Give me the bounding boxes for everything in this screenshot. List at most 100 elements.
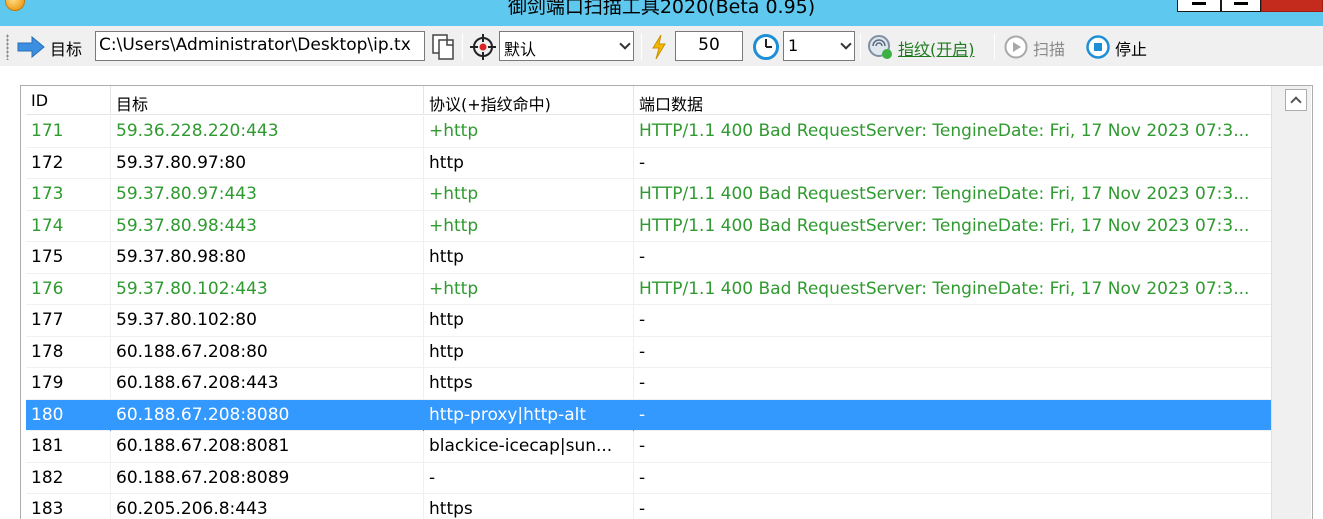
maximize-button[interactable] [1221, 0, 1261, 12]
cell-id: 173 [26, 179, 111, 210]
crosshair-icon [470, 34, 496, 60]
cell-target: 60.188.67.208:80 [111, 336, 424, 368]
cell-target: 59.36.228.220:443 [111, 116, 424, 147]
cell-target: 59.37.80.98:80 [111, 242, 424, 273]
cell-id: 177 [26, 305, 111, 336]
cell-target: 59.37.80.102:443 [111, 273, 424, 305]
table-row[interactable]: 181 60.188.67.208:8081 blackice-icecap|sun… [26, 431, 1271, 463]
cell-port-data: - [639, 310, 646, 330]
cell-port-data: - [639, 152, 646, 173]
chevron-down-icon [840, 38, 852, 50]
cell-id: 176 [26, 273, 111, 305]
timeout-select[interactable]: 1 [783, 31, 855, 61]
column-header-port-data[interactable]: 端口数据 [634, 86, 1271, 115]
toolbar-separator [641, 34, 642, 60]
table-row[interactable]: 174 59.37.80.98:443 +http HTTP/1.1 400 Bad … [26, 210, 1271, 242]
cell-id: 182 [26, 462, 111, 494]
cell-port-data: - [639, 341, 646, 362]
cell-protocol: - [424, 462, 634, 494]
toolbar: 目标 C:\Users\Administrator\Desktop\ip.tx … [0, 26, 1323, 66]
timeout-select-value: 1 [788, 36, 799, 55]
cell-protocol: https [424, 368, 634, 399]
cell-id: 181 [26, 431, 111, 462]
toolbar-grip-icon[interactable] [6, 34, 9, 60]
table-row[interactable]: 178 60.188.67.208:80 http - [26, 336, 1271, 368]
cell-protocol: http [424, 147, 634, 179]
results-table[interactable]: ID 目标 协议(+指纹命中) 端口数据 171 59.36.228.220:44… [20, 85, 1313, 519]
column-header-id[interactable]: ID [26, 86, 111, 115]
cell-id: 175 [26, 242, 111, 273]
stop-icon[interactable] [1085, 34, 1111, 60]
close-button[interactable] [1261, 0, 1323, 12]
cell-target: 60.205.206.8:443 [111, 494, 424, 519]
table-row[interactable]: 182 60.188.67.208:8089- - [26, 462, 1271, 494]
target-label: 目标 [50, 40, 83, 59]
cell-protocol: https [424, 494, 634, 519]
cell-id: 172 [26, 147, 111, 179]
cell-id: 171 [26, 116, 111, 147]
cell-port-data: HTTP/1.1 400 Bad RequestServer: TengineD… [639, 215, 1250, 236]
cell-port-data: - [639, 247, 646, 267]
cell-id: 178 [26, 336, 111, 368]
title-bar: 御剑端口扫描工具2020(Beta 0.95) [0, 0, 1323, 26]
table-row[interactable]: 179 60.188.67.208:443 https - [26, 368, 1271, 400]
cell-port-data: HTTP/1.1 400 Bad RequestServer: TengineD… [639, 121, 1250, 141]
window-title: 御剑端口扫描工具2020(Beta 0.95) [507, 0, 816, 18]
threads-input[interactable]: 50 [675, 31, 743, 61]
minimize-button[interactable] [1177, 0, 1221, 12]
target-path-input[interactable]: C:\Users\Administrator\Desktop\ip.tx [95, 31, 425, 61]
chevron-up-icon [1290, 96, 1302, 108]
cell-target: 59.37.80.97:443 [111, 179, 424, 210]
vertical-scrollbar[interactable] [1271, 86, 1311, 519]
cell-protocol: http [424, 242, 634, 273]
play-icon[interactable] [1003, 34, 1029, 60]
cell-port-data: HTTP/1.1 400 Bad RequestServer: TengineD… [639, 184, 1250, 204]
cell-id: 174 [26, 210, 111, 242]
scroll-up-button[interactable] [1285, 89, 1307, 111]
copy-file-icon[interactable] [430, 33, 456, 61]
cell-target: 59.37.80.102:80 [111, 305, 424, 336]
cell-id: 183 [26, 494, 111, 519]
table-header: ID 目标 协议(+指纹命中) 端口数据 [26, 86, 1271, 115]
scan-button[interactable]: 扫描 [1033, 36, 1065, 60]
cell-port-data: - [639, 499, 646, 519]
fingerprint-toggle-link[interactable]: 指纹(开启) [898, 36, 975, 60]
cell-target: 59.37.80.98:443 [111, 210, 424, 242]
cell-protocol: +http [424, 179, 634, 210]
minimize-icon [1192, 2, 1206, 5]
cell-port-data: - [639, 467, 646, 488]
maximize-icon [1234, 2, 1248, 5]
table-row[interactable]: 177 59.37.80.102:80 http - [26, 305, 1271, 337]
toolbar-separator [462, 34, 463, 60]
toolbar-separator [994, 34, 995, 60]
profile-select[interactable]: 默认 [499, 31, 634, 61]
cell-id: 180 [26, 399, 111, 431]
table-row[interactable]: 183 60.205.206.8:443 https - [26, 494, 1271, 519]
chevron-down-icon [619, 38, 631, 50]
cell-protocol: +http [424, 210, 634, 242]
cell-port-data: - [639, 373, 646, 393]
table-row[interactable]: 176 59.37.80.102:443 +http HTTP/1.1 400 Bad… [26, 273, 1271, 305]
stop-button[interactable]: 停止 [1115, 36, 1147, 60]
table-row[interactable]: 171 59.36.228.220:443 +http HTTP/1.1 400 Ba… [26, 116, 1271, 148]
lightning-icon [652, 34, 666, 60]
cell-protocol: http-proxy|http-alt [424, 399, 634, 431]
cell-port-data: HTTP/1.1 400 Bad RequestServer: TengineD… [639, 278, 1250, 299]
toolbar-separator [860, 34, 861, 60]
cell-protocol: blackice-icecap|sun... [424, 431, 634, 462]
cell-target: 60.188.67.208:8080 [111, 399, 424, 431]
column-header-target[interactable]: 目标 [111, 86, 424, 115]
arrow-right-icon [17, 35, 45, 59]
cell-protocol: +http [424, 116, 634, 147]
table-row[interactable]: 173 59.37.80.97:443 +http HTTP/1.1 400 Bad … [26, 179, 1271, 211]
clock-icon [753, 34, 779, 60]
cell-protocol: +http [424, 273, 634, 305]
column-header-protocol[interactable]: 协议(+指纹命中) [424, 86, 634, 115]
table-row[interactable]: 180 60.188.67.208:8080 http-proxy|http-alt… [26, 399, 1271, 431]
profile-select-value: 默认 [504, 40, 537, 59]
table-row[interactable]: 175 59.37.80.98:80 http - [26, 242, 1271, 274]
cell-target: 60.188.67.208:443 [111, 368, 424, 399]
cell-target: 60.188.67.208:8089 [111, 462, 424, 494]
cell-protocol: http [424, 336, 634, 368]
table-row[interactable]: 172 59.37.80.97:80 http - [26, 147, 1271, 179]
